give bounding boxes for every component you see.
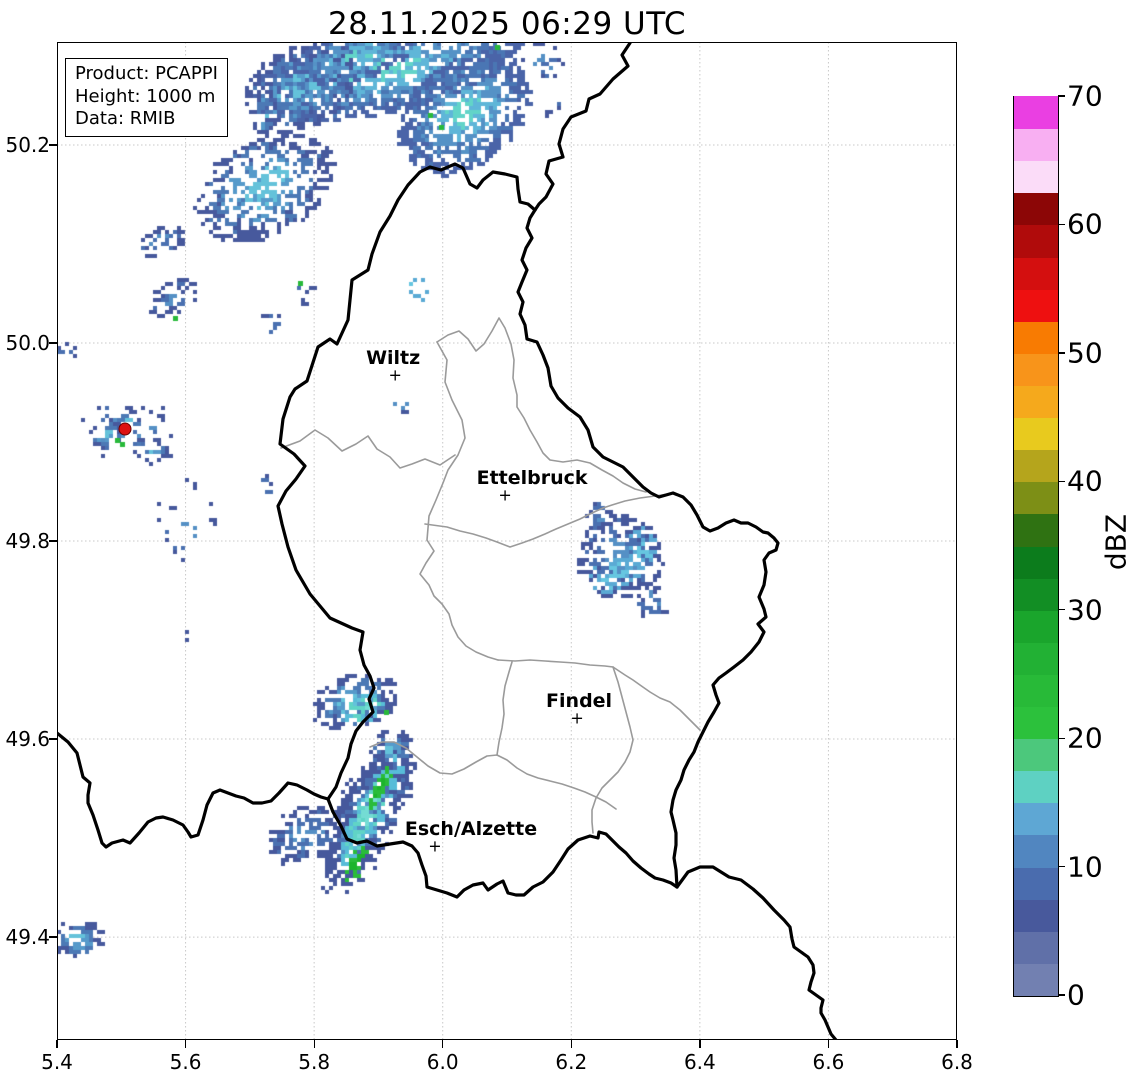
colorbar-segment — [1014, 256, 1058, 290]
colorbar-segment — [1014, 449, 1058, 483]
border-layer — [57, 42, 838, 1040]
city-label-ettelbruck: Ettelbruck — [476, 466, 588, 489]
colorbar-segment — [1014, 128, 1058, 162]
radar-figure: 28.11.2025 06:29 UTC 5.4 5.6 5.8 6.0 6.2 6.4 6… — [0, 0, 1145, 1084]
colorbar-segment — [1014, 513, 1058, 547]
country-border — [675, 865, 838, 1040]
tick-mark — [49, 738, 57, 740]
colorbar-segment — [1014, 866, 1058, 900]
y-tick-label: 49.8 — [5, 529, 50, 554]
colorbar-tick-mark — [1058, 865, 1065, 868]
x-tick-label: 6.4 — [683, 1050, 716, 1074]
colorbar-segment — [1014, 224, 1058, 258]
colorbar-tick-label: 70 — [1067, 79, 1103, 113]
colorbar-tick-label: 0 — [1067, 978, 1085, 1012]
info-product: Product: PCAPPI — [75, 63, 218, 84]
tick-mark — [184, 1040, 187, 1048]
colorbar-tick-mark — [1058, 480, 1065, 482]
y-tick-label: 49.6 — [5, 727, 50, 752]
x-tick-label: 6.0 — [426, 1050, 459, 1074]
colorbar-segment — [1014, 834, 1058, 868]
x-tick-label: 6.2 — [555, 1050, 588, 1074]
colorbar-segment — [1014, 899, 1058, 932]
region-border — [369, 741, 617, 810]
country-border — [516, 208, 780, 889]
colorbar-tick-label: 10 — [1067, 850, 1103, 884]
city-label-findel: Findel — [546, 690, 613, 713]
tick-mark — [827, 1040, 830, 1048]
tick-mark — [956, 1040, 958, 1048]
colorbar-segment — [1014, 578, 1058, 611]
tick-mark — [313, 1040, 315, 1048]
colorbar-segment — [1014, 706, 1058, 740]
x-tick-label: 6.6 — [812, 1050, 845, 1074]
colorbar-segment — [1014, 642, 1058, 675]
y-tick-label: 49.4 — [5, 925, 50, 950]
colorbar-segment — [1014, 481, 1058, 515]
colorbar-segment — [1014, 385, 1058, 419]
y-tick-label: 50.0 — [5, 331, 50, 356]
colorbar-segment — [1014, 417, 1058, 451]
tick-mark — [49, 936, 57, 938]
colorbar — [1013, 96, 1059, 997]
colorbar-segment — [1014, 160, 1058, 194]
colorbar-tick-mark — [1058, 609, 1065, 611]
colorbar-segment — [1014, 192, 1058, 226]
colorbar-tick-mark — [1058, 223, 1065, 226]
y-tick-label: 50.2 — [5, 133, 50, 157]
city-label-wiltz: Wiltz — [366, 346, 421, 369]
product-info-box: Product: PCAPPI Height: 1000 m Data: RMI… — [65, 58, 228, 138]
colorbar-segment — [1014, 289, 1058, 322]
tick-mark — [49, 144, 57, 146]
colorbar-segment — [1014, 963, 1058, 996]
x-tick-label: 5.6 — [169, 1050, 202, 1074]
colorbar-tick-mark — [1058, 737, 1065, 739]
colorbar-tick-mark — [1058, 95, 1065, 97]
country-border — [57, 731, 330, 849]
colorbar-tick-label: 40 — [1067, 464, 1103, 498]
tick-mark — [56, 1040, 58, 1048]
colorbar-segment — [1014, 610, 1058, 643]
tick-mark — [570, 1040, 572, 1048]
region-border — [280, 429, 456, 469]
region-border — [419, 341, 499, 661]
colorbar-segment — [1014, 321, 1058, 354]
info-data-source: Data: RMIB — [75, 108, 176, 130]
colorbar-tick-label: 20 — [1067, 721, 1103, 755]
colorbar-segment — [1014, 353, 1058, 386]
colorbar-segment — [1014, 802, 1058, 836]
colorbar-tick-mark — [1058, 994, 1065, 996]
colorbar-segment — [1014, 770, 1058, 804]
country-border — [533, 42, 632, 212]
colorbar-segment — [1014, 96, 1058, 130]
tick-mark — [699, 1040, 701, 1048]
info-height: Height: 1000 m — [75, 85, 216, 107]
colorbar-segment — [1014, 674, 1058, 708]
x-tick-label: 5.4 — [41, 1050, 73, 1074]
tick-mark — [49, 342, 57, 344]
colorbar-tick-label: 60 — [1067, 207, 1103, 241]
tick-mark — [442, 1040, 444, 1048]
tick-mark — [49, 540, 57, 542]
colorbar-segment — [1014, 738, 1058, 772]
region-border — [496, 661, 513, 756]
colorbar-tick-label: 30 — [1067, 593, 1103, 627]
figure-title: 28.11.2025 06:29 UTC — [328, 6, 686, 42]
radar-site-marker — [118, 422, 132, 436]
colorbar-segment — [1014, 545, 1058, 579]
colorbar-tick-label: 50 — [1067, 336, 1103, 370]
country-border — [326, 797, 679, 899]
colorbar-tick-mark — [1058, 352, 1065, 354]
colorbar-label: dBZ — [1099, 513, 1133, 571]
colorbar-segment — [1014, 931, 1058, 964]
x-tick-label: 5.8 — [298, 1050, 331, 1074]
x-tick-label: 6.8 — [941, 1050, 973, 1074]
region-border — [424, 493, 669, 548]
city-label-esch-alzette: Esch/Alzette — [404, 817, 538, 840]
